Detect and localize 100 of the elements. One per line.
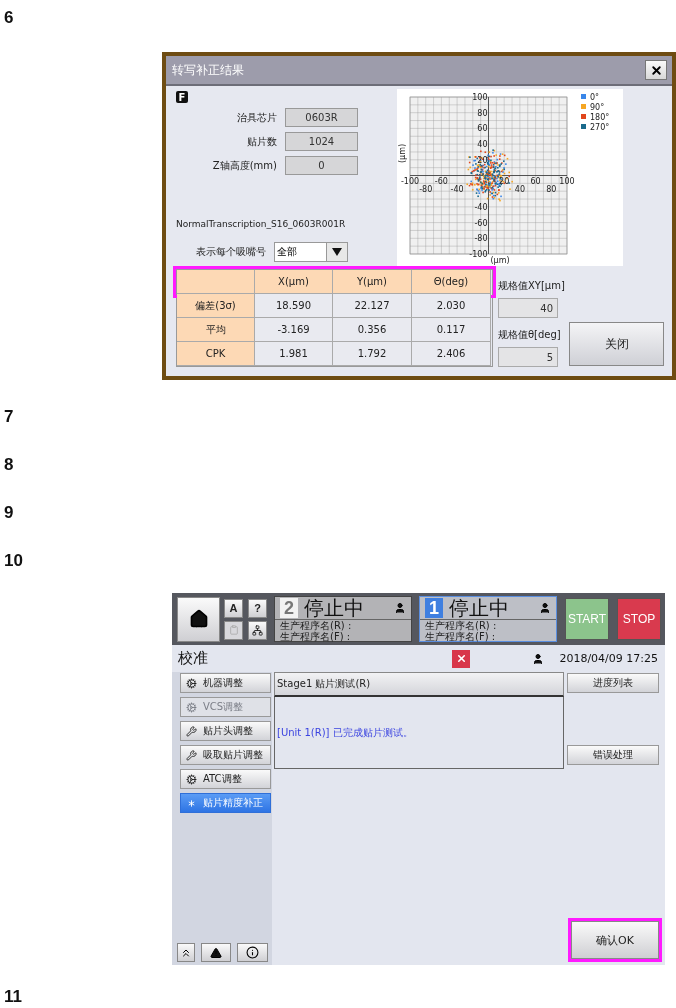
toolbar-button[interactable] (248, 620, 267, 640)
dialog-title: 转写补正结果 (172, 61, 244, 79)
table-cell: 1.981 (255, 342, 333, 366)
table-cell: 2.406 (412, 342, 491, 366)
caret-icon (332, 248, 342, 256)
step-number: 10 (4, 550, 23, 572)
stage-status: 停止中 (449, 594, 510, 620)
tick-label: -40 (474, 202, 488, 212)
tick-label: -100 (469, 250, 488, 259)
tick-label: 40 (514, 184, 525, 194)
tick-label: 40 (477, 140, 488, 150)
table-cell: -3.169 (255, 318, 333, 342)
tick-label: 80 (477, 108, 488, 118)
side-button[interactable]: 进度列表 (567, 673, 659, 693)
tick-label: 60 (530, 176, 541, 186)
network-icon (252, 624, 263, 636)
header-cell: Y(μm) (333, 270, 412, 294)
value-field: 0 (285, 156, 358, 175)
menu-button[interactable]: 贴片头调整 (180, 721, 271, 741)
table-cell: 2.030 (412, 294, 491, 318)
menu-button[interactable]: 吸取贴片调整 (180, 745, 271, 765)
value-field: 1024 (285, 132, 358, 151)
table-cell: 0.356 (333, 318, 412, 342)
select-label: 表示每个吸嘴号 (196, 245, 266, 259)
stage-number: 1 (425, 598, 443, 618)
row-header: 偏差(3σ) (177, 294, 255, 318)
close-button[interactable] (645, 60, 667, 80)
tick-label: 100 (472, 93, 488, 102)
legend-label: 270° (590, 123, 610, 132)
header-cell: X(μm) (255, 270, 333, 294)
info-button[interactable] (237, 943, 268, 962)
header-cell: Θ(deg) (412, 270, 491, 294)
info-icon (246, 946, 259, 959)
home-button[interactable] (177, 596, 220, 642)
menu-button[interactable]: 贴片精度补正 (180, 793, 271, 813)
close-icon (649, 63, 663, 77)
tick-label: -80 (474, 234, 488, 244)
tick-label: 100 (559, 176, 575, 186)
table-cell: 1.792 (333, 342, 412, 366)
step-number: 7 (4, 406, 14, 428)
field-label: 贴片数 (247, 134, 277, 149)
legend-label: 90° (590, 103, 605, 112)
step-number: 6 (4, 7, 14, 29)
axis-label: (μm) (398, 143, 407, 164)
stop-button[interactable]: STOP (617, 598, 661, 640)
toolbar-button[interactable]: A (224, 598, 243, 618)
field-label: Z轴高度(mm) (212, 158, 277, 173)
legend-label: 180° (590, 113, 610, 122)
screen-title: 校准 (178, 649, 209, 668)
toolbar-button[interactable] (224, 620, 243, 640)
tick-label: -60 (474, 218, 488, 228)
tick-label: -60 (434, 176, 448, 186)
table-cell: 22.127 (333, 294, 412, 318)
field-label: 治具芯片 (237, 110, 277, 125)
spec-field[interactable]: 40 (498, 298, 558, 318)
tick-label: 20 (477, 155, 488, 165)
spec-label: 规格值θ[deg] (498, 328, 562, 342)
step-number: 11 (4, 987, 22, 1007)
stage-panel[interactable]: 2 停止中 生产程序名(R) : 生产程序名(F) : (274, 596, 412, 642)
tick-label: -100 (400, 176, 420, 186)
person-icon (539, 602, 551, 614)
spec-label: 规格值XY[μm] (498, 279, 566, 293)
close-icon (455, 653, 467, 664)
confirm-button[interactable]: 确认OK (571, 921, 659, 959)
close-button[interactable]: 关闭 (569, 322, 664, 366)
status-message: [Unit 1(R)] 已完成贴片测试。 (277, 725, 413, 740)
collapse-button[interactable] (177, 943, 195, 962)
program-lines: 生产程序名(R) : 生产程序名(F) : (279, 620, 353, 642)
axis-label: (μm) (490, 256, 510, 265)
row-header: 平均 (177, 318, 255, 342)
row-header: CPK (177, 342, 255, 366)
person-icon (394, 602, 406, 614)
table-cell: 18.590 (255, 294, 333, 318)
value-field: 0603R (285, 108, 358, 127)
spec-field[interactable]: 5 (498, 347, 558, 367)
side-button[interactable]: 错误处理 (567, 745, 659, 765)
program-lines: 生产程序名(R) : 生产程序名(F) : (424, 620, 498, 642)
table-cell: 0.117 (412, 318, 491, 342)
toolbar-button[interactable]: ? (248, 598, 267, 618)
stage-status: 停止中 (304, 594, 365, 620)
menu-button[interactable]: 机器调整 (180, 673, 271, 693)
stage-header: Stage1 贴片测试(R) (274, 672, 564, 697)
home-icon (188, 609, 209, 629)
menu-button[interactable]: ATC调整 (180, 769, 271, 789)
badge: F (176, 91, 188, 103)
date-time: 2018/04/09 17:25 (559, 652, 658, 665)
tick-label: 60 (477, 124, 488, 134)
tick-label: -40 (450, 184, 464, 194)
warning-button[interactable] (201, 943, 231, 962)
nozzle-dropdown[interactable]: 全部 (274, 242, 348, 262)
step-number: 8 (4, 454, 14, 476)
warning-icon (210, 946, 222, 959)
stage-panel[interactable]: 1 停止中 生产程序名(R) : 生产程序名(F) : (419, 596, 557, 642)
clipboard-icon (228, 625, 239, 635)
tick-label: 80 (546, 184, 557, 194)
data-points-drawing (466, 149, 513, 202)
step-number: 9 (4, 502, 14, 524)
stage-number: 2 (280, 598, 298, 618)
user-icon (532, 652, 544, 665)
tick-label: -80 (419, 184, 433, 194)
